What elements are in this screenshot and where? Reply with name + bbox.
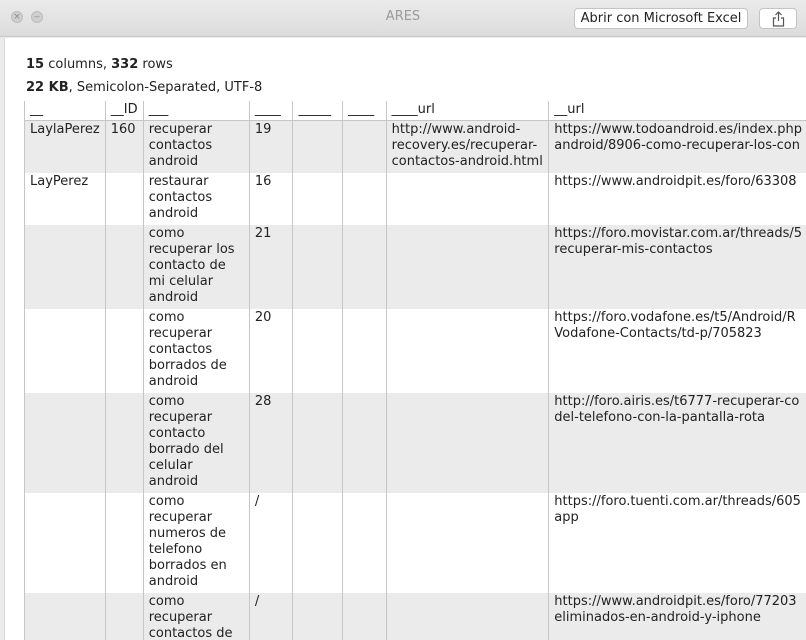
table-cell xyxy=(292,120,344,173)
table-cell xyxy=(385,493,550,593)
title-bar: × ‒ ARES Abrir con Microsoft Excel xyxy=(0,0,806,37)
table-cell xyxy=(24,593,106,640)
table-cell xyxy=(342,225,387,309)
table-cell xyxy=(292,393,344,493)
table-cell xyxy=(342,173,387,225)
table-row[interactable]: como recuperar contacto borrado del celu… xyxy=(24,393,806,493)
column-header[interactable]: __ xyxy=(24,101,106,121)
table-cell: LayPerez xyxy=(24,173,106,225)
table-cell xyxy=(292,593,344,640)
table-row[interactable]: como recuperar contactos de android / ht… xyxy=(24,593,806,640)
table-cell: como recuperar contactos de android xyxy=(142,593,250,640)
columns-count: 15 xyxy=(26,57,45,72)
table-cell xyxy=(292,173,344,225)
table-cell: https://foro.tuenti.com.ar/threads/605 a… xyxy=(548,493,806,593)
table-cell xyxy=(104,225,144,309)
csv-table: __ __ID ___ ____ _____ ____ ____url __ur… xyxy=(24,101,806,640)
share-icon xyxy=(772,11,785,27)
table-cell: como recuperar los contacto de mi celula… xyxy=(142,225,250,309)
table-cell: 19 xyxy=(248,120,294,173)
table-cell: 160 xyxy=(104,120,144,173)
open-with-excel-button[interactable]: Abrir con Microsoft Excel xyxy=(574,8,748,29)
table-cell xyxy=(24,225,106,309)
table-row[interactable]: como recuperar los contacto de mi celula… xyxy=(24,225,806,309)
table-cell: recuperar contactos android xyxy=(142,120,250,173)
table-cell xyxy=(342,309,387,393)
column-header[interactable]: __ID xyxy=(104,101,144,121)
table-cell xyxy=(385,173,550,225)
table-cell xyxy=(385,393,550,493)
table-row[interactable]: como recuperar numeros de telefono borra… xyxy=(24,493,806,593)
table-cell xyxy=(292,309,344,393)
column-header[interactable]: ____url xyxy=(385,101,550,121)
table-cell: 20 xyxy=(248,309,294,393)
table-cell xyxy=(104,493,144,593)
table-cell xyxy=(342,393,387,493)
column-header[interactable]: ____ xyxy=(342,101,387,121)
table-scroll-area[interactable]: __ __ID ___ ____ _____ ____ ____url __ur… xyxy=(24,101,806,640)
table-cell xyxy=(342,120,387,173)
table-cell: http://www.android-recovery.es/recuperar… xyxy=(385,120,550,173)
file-details: 22 KB, Semicolon-Separated, UTF-8 xyxy=(26,80,262,95)
table-cell xyxy=(104,393,144,493)
table-row[interactable]: LaylaPerez 160 recuperar contactos andro… xyxy=(24,120,806,173)
table-dimensions: 15 columns, 332 rows xyxy=(26,57,173,72)
table-cell xyxy=(385,309,550,393)
table-cell: 16 xyxy=(248,173,294,225)
file-size: 22 KB xyxy=(26,80,69,95)
table-cell: como recuperar contactos borrados de and… xyxy=(142,309,250,393)
table-cell: LaylaPerez xyxy=(24,120,106,173)
table-cell: https://foro.movistar.com.ar/threads/5 r… xyxy=(548,225,806,309)
column-header[interactable]: ___ xyxy=(142,101,250,121)
table-cell: https://foro.vodafone.es/t5/Android/R Vo… xyxy=(548,309,806,393)
table-cell xyxy=(342,593,387,640)
table-cell xyxy=(24,393,106,493)
table-row[interactable]: como recuperar contactos borrados de and… xyxy=(24,309,806,393)
table-cell xyxy=(292,493,344,593)
table-cell: / xyxy=(248,593,294,640)
table-cell xyxy=(104,173,144,225)
preview-content: 15 columns, 332 rows 22 KB, Semicolon-Se… xyxy=(4,38,806,640)
rows-count: 332 xyxy=(111,57,139,72)
table-cell xyxy=(385,225,550,309)
table-cell: restaurar contactos android xyxy=(142,173,250,225)
table-cell: https://www.androidpit.es/foro/63308 xyxy=(548,173,806,225)
table-cell xyxy=(385,593,550,640)
table-cell: / xyxy=(248,493,294,593)
table-cell: https://www.todoandroid.es/index.php and… xyxy=(548,120,806,173)
share-button[interactable] xyxy=(759,8,797,29)
column-header[interactable]: ____ xyxy=(248,101,294,121)
table-cell xyxy=(24,309,106,393)
table-cell xyxy=(342,493,387,593)
column-header[interactable]: _____ xyxy=(292,101,344,121)
columns-label: columns, xyxy=(44,57,112,72)
table-cell xyxy=(104,593,144,640)
table-cell: como recuperar numeros de telefono borra… xyxy=(142,493,250,593)
table-row[interactable]: LayPerez restaurar contactos android 16 … xyxy=(24,173,806,225)
table-cell xyxy=(104,309,144,393)
rows-label: rows xyxy=(138,57,173,72)
table-cell: como recuperar contacto borrado del celu… xyxy=(142,393,250,493)
header-row: __ __ID ___ ____ _____ ____ ____url __ur… xyxy=(24,101,806,121)
column-header[interactable]: __url xyxy=(548,101,806,121)
table-cell xyxy=(24,493,106,593)
table-cell xyxy=(292,225,344,309)
table-cell: http://foro.airis.es/t6777-recuperar-co … xyxy=(548,393,806,493)
file-format: , Semicolon-Separated, UTF-8 xyxy=(68,80,263,95)
table-cell: 28 xyxy=(248,393,294,493)
table-cell: https://www.androidpit.es/foro/77203 eli… xyxy=(548,593,806,640)
table-cell: 21 xyxy=(248,225,294,309)
